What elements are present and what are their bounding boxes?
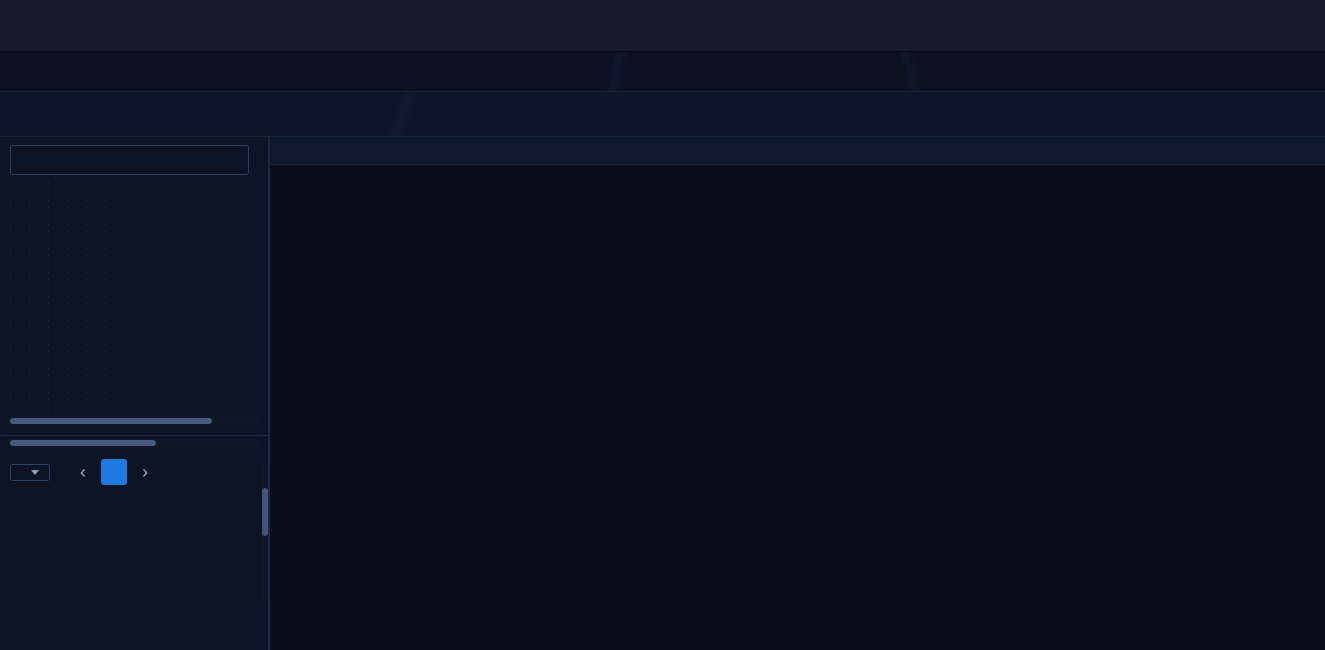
- search-row: [10, 145, 258, 175]
- table-scrollbar-thumb[interactable]: [10, 440, 156, 446]
- current-page[interactable]: [101, 459, 127, 485]
- chevron-down-icon: [31, 470, 39, 475]
- table-scrollbar[interactable]: [8, 439, 260, 447]
- pagination: ‹ ›: [0, 447, 268, 485]
- next-page-button[interactable]: ›: [142, 463, 148, 481]
- top-navbar: [0, 0, 1325, 52]
- content-area: ‹ ›: [0, 137, 1325, 650]
- tree-scrollbar-thumb[interactable]: [10, 418, 212, 424]
- search-input[interactable]: [11, 153, 248, 167]
- prev-page-button[interactable]: ‹: [80, 463, 86, 481]
- page-size-select[interactable]: [10, 464, 50, 481]
- measurement-tree: [0, 182, 268, 414]
- search-box: [10, 145, 249, 175]
- sidebar: ‹ ›: [0, 137, 270, 650]
- app-window: ‹ ›: [0, 0, 1325, 650]
- table-vscrollbar[interactable]: [262, 462, 268, 600]
- chart-tabbar: [270, 137, 1325, 165]
- brand: [0, 0, 44, 51]
- chart-toolbar: [0, 92, 1325, 137]
- navbar-right: [1303, 0, 1325, 51]
- chart-workspace: [270, 137, 1325, 650]
- sample-table-panel: ‹ ›: [0, 435, 268, 650]
- tree-guides: [10, 182, 114, 414]
- tree-scrollbar[interactable]: [8, 417, 260, 425]
- workspace-tabbar: [0, 52, 1325, 92]
- table-vscrollbar-thumb[interactable]: [262, 488, 268, 536]
